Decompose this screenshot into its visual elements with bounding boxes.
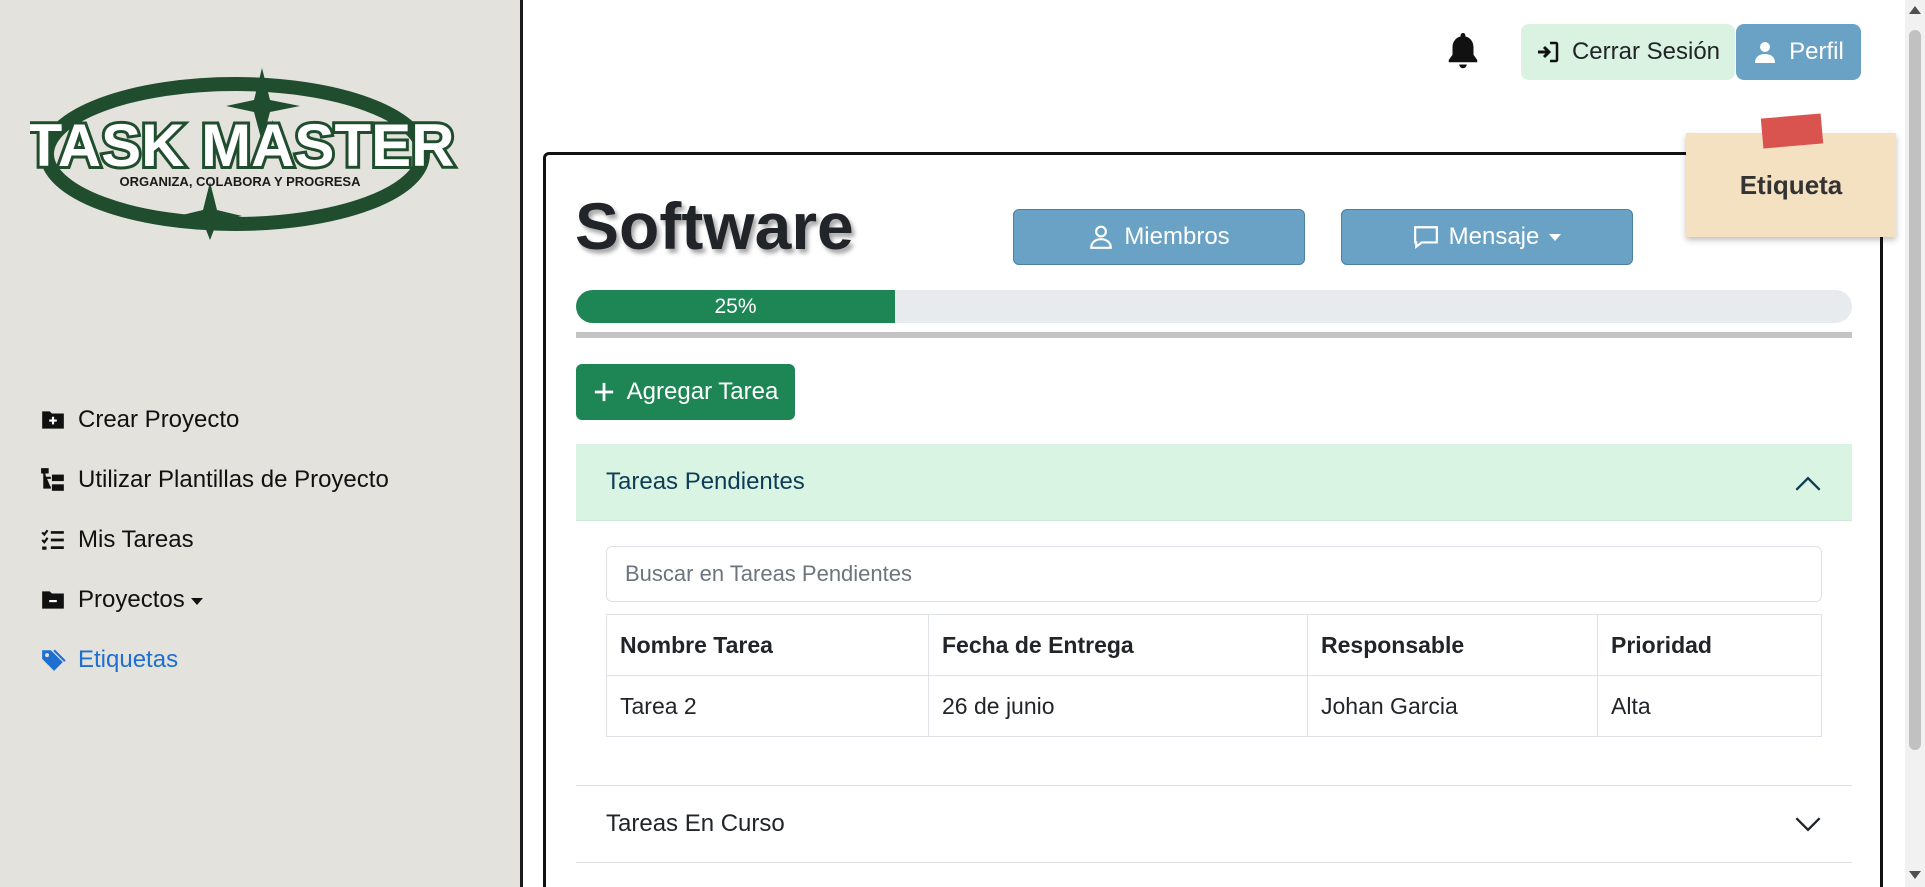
chevron-down-icon [1549,233,1562,241]
list-check-icon [41,529,64,550]
sidebar-item-plantillas[interactable]: Utilizar Plantillas de Proyecto [40,450,389,510]
svg-text:ORGANIZA, COLABORA Y PROGRESA: ORGANIZA, COLABORA Y PROGRESA [119,174,361,189]
add-task-button[interactable]: Agregar Tarea [576,364,795,420]
cell-assignee: Johan Garcia [1307,675,1598,737]
person-icon [1090,225,1113,249]
sidebar-nav: Crear Proyecto Utilizar Plantillas de Pr… [40,390,389,690]
svg-text:TASK MASTER: TASK MASTER [30,112,454,179]
chevron-down-icon [1795,817,1821,832]
progress-label: 25% [714,294,757,318]
scroll-up-arrow-icon[interactable] [1909,6,1921,14]
add-task-label: Agregar Tarea [626,378,779,405]
sidebar-item-label: Proyectos [78,586,185,613]
scroll-down-arrow-icon[interactable] [1909,871,1921,879]
sticky-label[interactable]: Etiqueta [1686,133,1896,237]
chat-icon [1413,226,1438,250]
sidebar-item-label: Utilizar Plantillas de Proyecto [78,466,389,493]
logout-label: Cerrar Sesión [1571,38,1721,65]
members-label: Miembros [1124,223,1230,250]
accordion-in-progress-header[interactable]: Tareas En Curso [576,786,1852,863]
message-label: Mensaje [1448,223,1540,250]
scrollbar-thumb[interactable] [1909,30,1921,750]
logout-button[interactable]: Cerrar Sesión [1521,24,1735,80]
column-header: Responsable [1307,614,1598,676]
sign-in-icon [1537,41,1559,63]
accordion-pending-header[interactable]: Tareas Pendientes [576,444,1852,521]
profile-button[interactable]: Perfil [1736,24,1861,80]
sticky-label-text: Etiqueta [1739,169,1843,200]
task-master-logo[interactable]: TASK MASTER ORGANIZA, COLABORA Y PROGRES… [23,62,460,242]
pending-tasks-table: Nombre Tarea Fecha de Entrega Responsabl… [606,614,1822,737]
cell-priority: Alta [1597,675,1822,737]
message-dropdown-button[interactable]: Mensaje [1341,209,1633,265]
sidebar-item-mis-tareas[interactable]: Mis Tareas [40,510,389,570]
sidebar-item-etiquetas[interactable]: Etiquetas [40,630,389,690]
table-row[interactable]: Tarea 2 26 de junio Johan Garcia Alta [606,675,1822,737]
tags-icon [42,649,66,671]
sticky-tape [1760,113,1824,149]
divider [576,332,1852,338]
folder-tree-icon [41,468,64,491]
sidebar-item-label: Crear Proyecto [78,406,240,433]
chevron-down-icon [190,598,203,605]
folder-minus-icon [42,591,64,609]
members-button[interactable]: Miembros [1013,209,1305,265]
profile-label: Perfil [1789,38,1844,65]
chevron-up-icon [1795,476,1821,491]
accordion-in-progress-title: Tareas En Curso [606,810,785,837]
sidebar-item-label: Etiquetas [78,646,179,673]
cell-due-date: 26 de junio [928,675,1308,737]
folder-plus-icon [42,411,64,429]
notification-bell-icon[interactable] [1445,31,1481,71]
column-header: Fecha de Entrega [928,614,1308,676]
cell-task-name: Tarea 2 [606,675,929,737]
column-header: Nombre Tarea [606,614,929,676]
search-pending-input[interactable] [606,546,1822,602]
project-progress: 25% [576,290,1852,323]
sidebar-item-proyectos[interactable]: Proyectos [40,570,389,630]
progress-bar-fill: 25% [576,290,895,323]
column-header: Prioridad [1597,614,1822,676]
project-title: Software [575,189,854,263]
sidebar-item-label: Mis Tareas [78,526,194,553]
table-header-row: Nombre Tarea Fecha de Entrega Responsabl… [606,614,1822,676]
plus-icon [594,382,613,402]
sidebar: TASK MASTER ORGANIZA, COLABORA Y PROGRES… [0,0,523,887]
sidebar-item-crear-proyecto[interactable]: Crear Proyecto [40,390,389,450]
user-icon [1755,42,1776,63]
accordion-pending-title: Tareas Pendientes [606,468,805,495]
